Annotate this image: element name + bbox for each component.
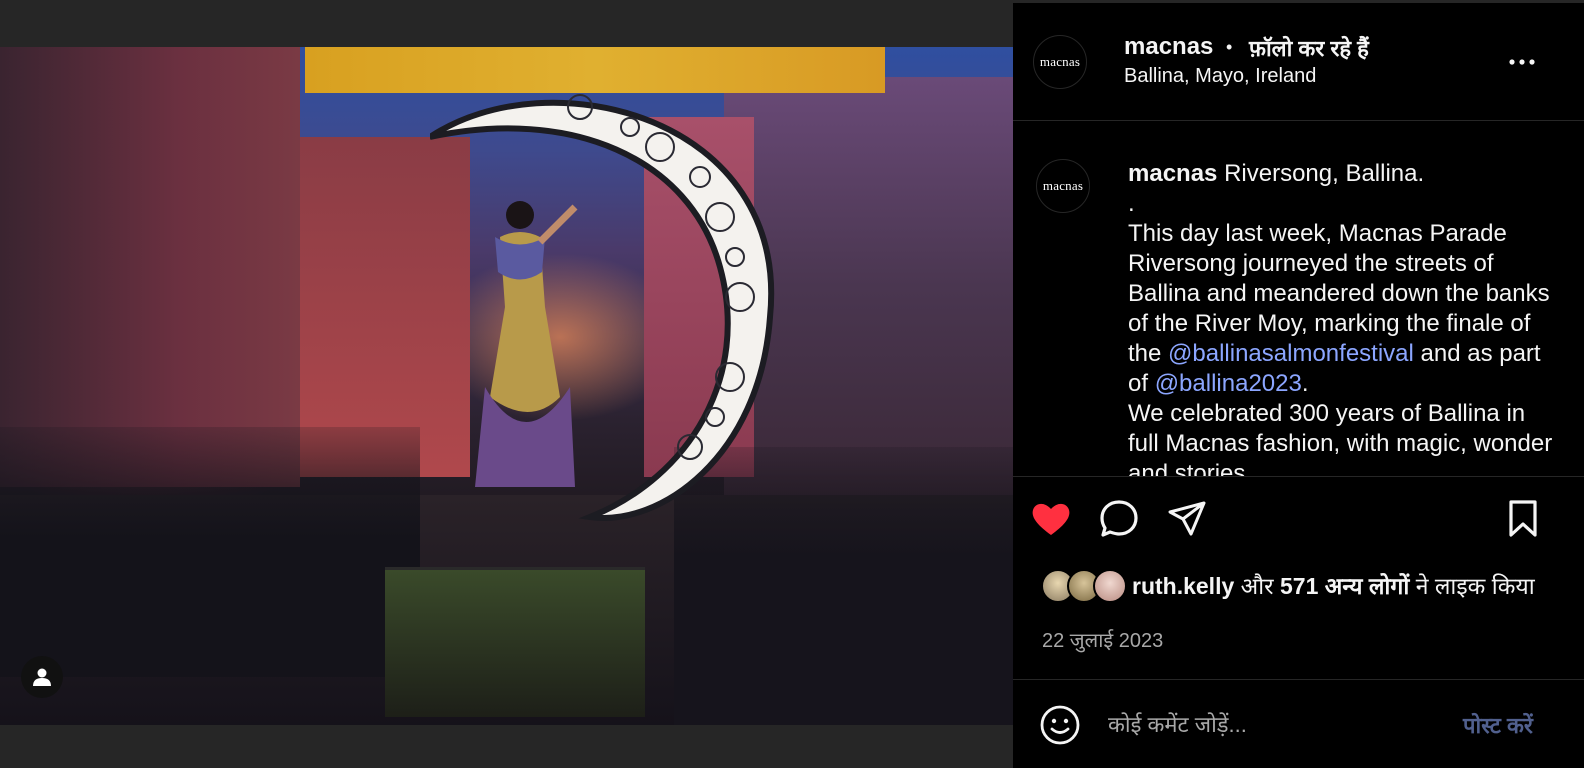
post-header: macnas macnas • फ़ॉलो कर रहे हैं Ballina… xyxy=(1013,3,1584,121)
photo-crowd xyxy=(0,427,420,677)
caption-scroll-area[interactable]: macnas macnas Riversong, Ballina. . This… xyxy=(1013,122,1584,476)
post-side-panel: macnas macnas • फ़ॉलो कर रहे हैं Ballina… xyxy=(1013,3,1584,768)
post-caption: macnas Riversong, Ballina. . This day la… xyxy=(1128,159,1558,476)
profile-avatar[interactable]: macnas xyxy=(1033,35,1087,89)
post-date[interactable]: 22 जुलाई 2023 xyxy=(1042,626,1163,653)
tagged-users-button[interactable] xyxy=(21,656,63,698)
photo-float-cart xyxy=(385,567,645,717)
photo-performer xyxy=(475,201,578,487)
smiley-icon[interactable] xyxy=(1039,704,1081,746)
mention-link[interactable]: @ballinasalmonfestival xyxy=(1168,340,1414,367)
likes-summary[interactable]: ruth.kelly और 571 अन्य लोगों ने लाइक किय… xyxy=(1041,569,1561,629)
avatar-text: macnas xyxy=(1042,178,1084,193)
heart-filled-icon[interactable] xyxy=(1029,497,1073,541)
avatar-text: macnas xyxy=(1039,54,1081,69)
comment-icon[interactable] xyxy=(1097,497,1141,541)
likes-connector: और xyxy=(1240,573,1274,599)
liker-username[interactable]: ruth.kelly xyxy=(1132,573,1234,599)
likes-suffix: ने लाइक किया xyxy=(1415,573,1535,599)
bookmark-icon[interactable] xyxy=(1501,497,1545,541)
more-options-icon[interactable] xyxy=(1507,52,1537,72)
photo-building xyxy=(0,47,300,487)
caption-dot-line: . xyxy=(1128,190,1135,217)
send-icon[interactable] xyxy=(1165,497,1209,541)
caption-username[interactable]: macnas xyxy=(1128,160,1217,187)
post-actions: ruth.kelly और 571 अन्य लोगों ने लाइक किय… xyxy=(1013,476,1584,676)
header-separator: • xyxy=(1226,37,1233,57)
post-photo[interactable] xyxy=(0,47,1014,725)
header-username[interactable]: macnas xyxy=(1124,33,1213,61)
caption-text: We celebrated 300 years of Ballina in fu… xyxy=(1128,400,1553,476)
mention-link[interactable]: @ballina2023 xyxy=(1155,370,1302,397)
likes-text: ruth.kelly और 571 अन्य लोगों ने लाइक किय… xyxy=(1132,571,1552,601)
caption-avatar[interactable]: macnas xyxy=(1036,159,1090,213)
post-location[interactable]: Ballina, Mayo, Ireland xyxy=(1124,65,1316,88)
media-area xyxy=(0,0,1015,768)
liker-avatar xyxy=(1093,569,1127,603)
likes-others-count[interactable]: 571 अन्य लोगों xyxy=(1280,573,1409,599)
post-comment-button[interactable]: पोस्ट करें xyxy=(1463,710,1533,740)
comment-input[interactable] xyxy=(1108,710,1438,740)
comment-bar: पोस्ट करें xyxy=(1013,679,1584,768)
user-icon xyxy=(33,668,51,686)
caption-title: Riversong, Ballina. xyxy=(1224,160,1425,187)
caption-text: . xyxy=(1301,370,1309,397)
following-status-button[interactable]: फ़ॉलो कर रहे हैं xyxy=(1249,33,1369,63)
